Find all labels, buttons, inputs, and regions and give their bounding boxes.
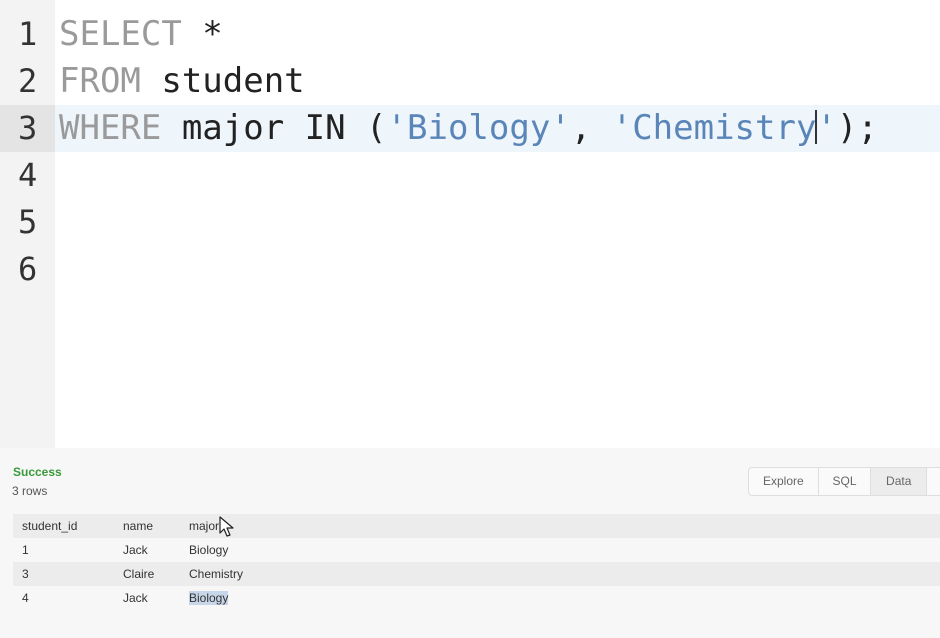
tab-more[interactable] — [927, 468, 940, 495]
table-cell[interactable]: Biology — [180, 586, 940, 610]
code-line-3[interactable]: WHERE major IN ('Biology', 'Chemistry'); — [59, 105, 878, 152]
sql-keyword: WHERE — [59, 108, 162, 148]
table-cell[interactable]: Claire — [114, 562, 180, 586]
line-number-4: 4 — [18, 156, 38, 194]
string-literal: 'Chemistry — [611, 108, 817, 148]
code-text: student — [140, 61, 305, 101]
table-row[interactable]: 4 Jack Biology — [13, 586, 940, 610]
code-text: * — [181, 14, 223, 54]
query-status: Success — [13, 465, 62, 479]
line-number-5: 5 — [18, 203, 38, 241]
line-number-1: 1 — [18, 15, 38, 53]
code-line-2[interactable]: FROM student — [59, 58, 305, 105]
tab-sql[interactable]: SQL — [819, 468, 872, 495]
table-cell[interactable]: 4 — [13, 586, 114, 610]
mouse-pointer-icon — [219, 516, 234, 537]
line-number-6: 6 — [18, 250, 38, 288]
code-text: major IN ( — [161, 108, 387, 148]
column-header-name[interactable]: name — [114, 514, 180, 538]
line-number-gutter: 1 2 3 4 5 6 — [0, 0, 55, 448]
table-cell[interactable]: Jack — [114, 538, 180, 562]
column-header-major[interactable]: major — [180, 514, 940, 538]
column-header-student-id[interactable]: student_id — [13, 514, 114, 538]
sql-keyword: FROM — [59, 61, 141, 101]
table-cell[interactable]: Chemistry — [180, 562, 940, 586]
tab-explore[interactable]: Explore — [749, 468, 819, 495]
table-row[interactable]: 1 Jack Biology — [13, 538, 940, 562]
table-cell[interactable]: Biology — [180, 538, 940, 562]
selected-text: Biology — [189, 591, 229, 605]
sql-editor[interactable]: 1 2 3 4 5 6 SELECT * FROM student WHERE … — [0, 0, 940, 448]
sql-keyword: SELECT — [59, 14, 182, 54]
code-text: ); — [836, 108, 878, 148]
table-cell[interactable]: Jack — [114, 586, 180, 610]
row-count: 3 rows — [12, 484, 48, 498]
table-cell[interactable]: 1 — [13, 538, 114, 562]
table-header-row: student_id name major — [13, 514, 940, 538]
string-literal: 'Biology' — [386, 108, 571, 148]
table-cell[interactable]: 3 — [13, 562, 114, 586]
code-line-1[interactable]: SELECT * — [59, 11, 223, 58]
line-number-3: 3 — [0, 105, 55, 152]
result-view-tabs: Explore SQL Data — [748, 467, 940, 496]
results-table: student_id name major 1 Jack Biology 3 C… — [13, 514, 940, 610]
table-row[interactable]: 3 Claire Chemistry — [13, 562, 940, 586]
tab-data[interactable]: Data — [871, 468, 928, 495]
code-text: , — [570, 108, 612, 148]
line-number-2: 2 — [18, 62, 38, 100]
string-literal: ' — [816, 108, 837, 148]
